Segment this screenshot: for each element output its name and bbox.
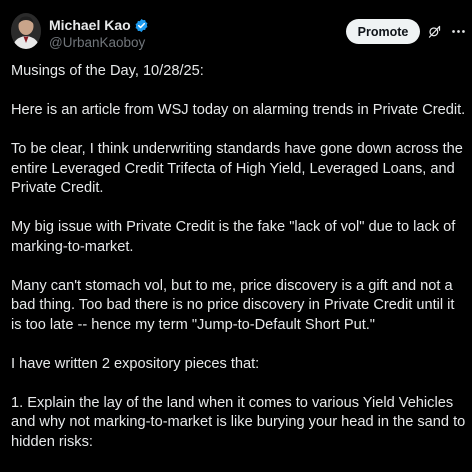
post-paragraph: 1. Explain the lay of the land when it c… [11, 394, 466, 450]
post-paragraph: My big issue with Private Credit is the … [11, 219, 456, 255]
avatar[interactable] [11, 13, 41, 49]
post-paragraph: To be clear, I think underwriting standa… [11, 141, 463, 196]
post-text: Musings of the Day, 10/28/25: Here is an… [11, 62, 466, 472]
author-handle[interactable]: @UrbanKaoboy [49, 35, 145, 50]
grok-icon[interactable] [427, 24, 442, 39]
promote-button[interactable]: Promote [346, 19, 420, 44]
avatar-photo [11, 13, 41, 49]
verified-badge-icon [134, 18, 149, 33]
post-paragraph: Many can't stomach vol, but to me, price… [11, 277, 455, 333]
more-icon[interactable] [450, 23, 467, 40]
author-display-name[interactable]: Michael Kao [49, 17, 131, 33]
post-paragraph: Here is an article from WSJ today on ala… [11, 102, 466, 118]
post-paragraph: I have written 2 expository pieces that: [11, 355, 260, 372]
post-header: Michael Kao @UrbanKaoboy Promote [0, 0, 472, 58]
author-name-row[interactable]: Michael Kao [49, 16, 149, 34]
post-paragraph: Musings of the Day, 10/28/25: [11, 63, 204, 79]
